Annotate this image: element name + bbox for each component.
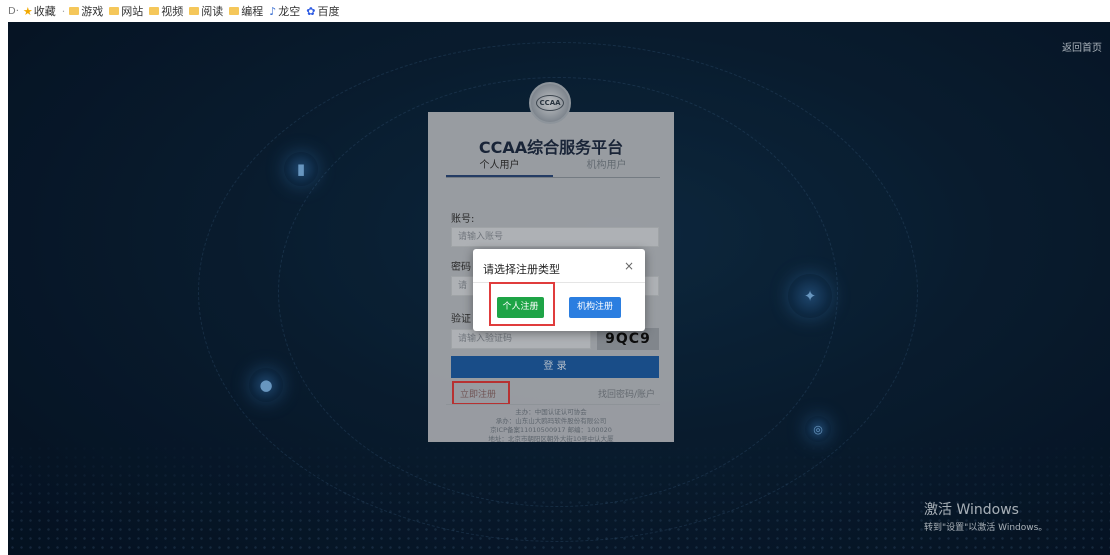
bookmark-reading[interactable]: 阅读 <box>189 3 223 19</box>
bookmark-label: 百度 <box>317 5 340 18</box>
bookmarks-bar: D· ★ 收藏 · 游戏 网站 视频 阅读 编程 ♪ 龙空 ✿ 百度 <box>0 0 1110 22</box>
folder-icon <box>189 7 200 15</box>
bookmark-label: 网站 <box>121 5 144 18</box>
folder-icon <box>69 7 80 15</box>
bookmark-games[interactable]: 游戏 <box>69 3 103 19</box>
bookmark-longkong[interactable]: ♪ 龙空 <box>269 3 300 19</box>
bookmark-videos[interactable]: 视频 <box>149 3 183 19</box>
bookmarks-arrow-icon[interactable]: D· <box>8 6 19 17</box>
bookmark-baidu[interactable]: ✿ 百度 <box>306 3 339 19</box>
org-register-button[interactable]: 机构注册 <box>569 297 621 318</box>
bookmark-label: 收藏 <box>33 5 56 18</box>
baidu-icon: ✿ <box>306 4 316 18</box>
bookmark-label: 视频 <box>161 5 184 18</box>
highlight-annotation <box>489 282 555 326</box>
bookmark-programming[interactable]: 编程 <box>229 3 263 19</box>
folder-icon <box>229 7 240 15</box>
bookmark-websites[interactable]: 网站 <box>109 3 143 19</box>
watermark-subtitle: 转到"设置"以激活 Windows。 <box>924 523 1048 533</box>
site-icon: ♪ <box>269 4 277 18</box>
close-icon[interactable]: × <box>624 259 634 273</box>
watermark-title: 激活 Windows <box>924 502 1019 518</box>
bookmark-favorites[interactable]: ★ 收藏 <box>23 3 56 19</box>
bookmark-label: 龙空 <box>278 5 301 18</box>
modal-title: 请选择注册类型 <box>483 263 560 276</box>
folder-icon <box>109 7 120 15</box>
folder-icon <box>149 7 160 15</box>
bookmark-label: 阅读 <box>201 5 224 18</box>
windows-activation-watermark: 激活 Windows 转到"设置"以激活 Windows。 <box>924 499 1047 533</box>
star-icon: ★ <box>22 4 33 18</box>
bookmark-separator: · <box>61 4 66 18</box>
bookmark-label: 游戏 <box>81 5 104 18</box>
bookmark-label: 编程 <box>241 5 264 18</box>
